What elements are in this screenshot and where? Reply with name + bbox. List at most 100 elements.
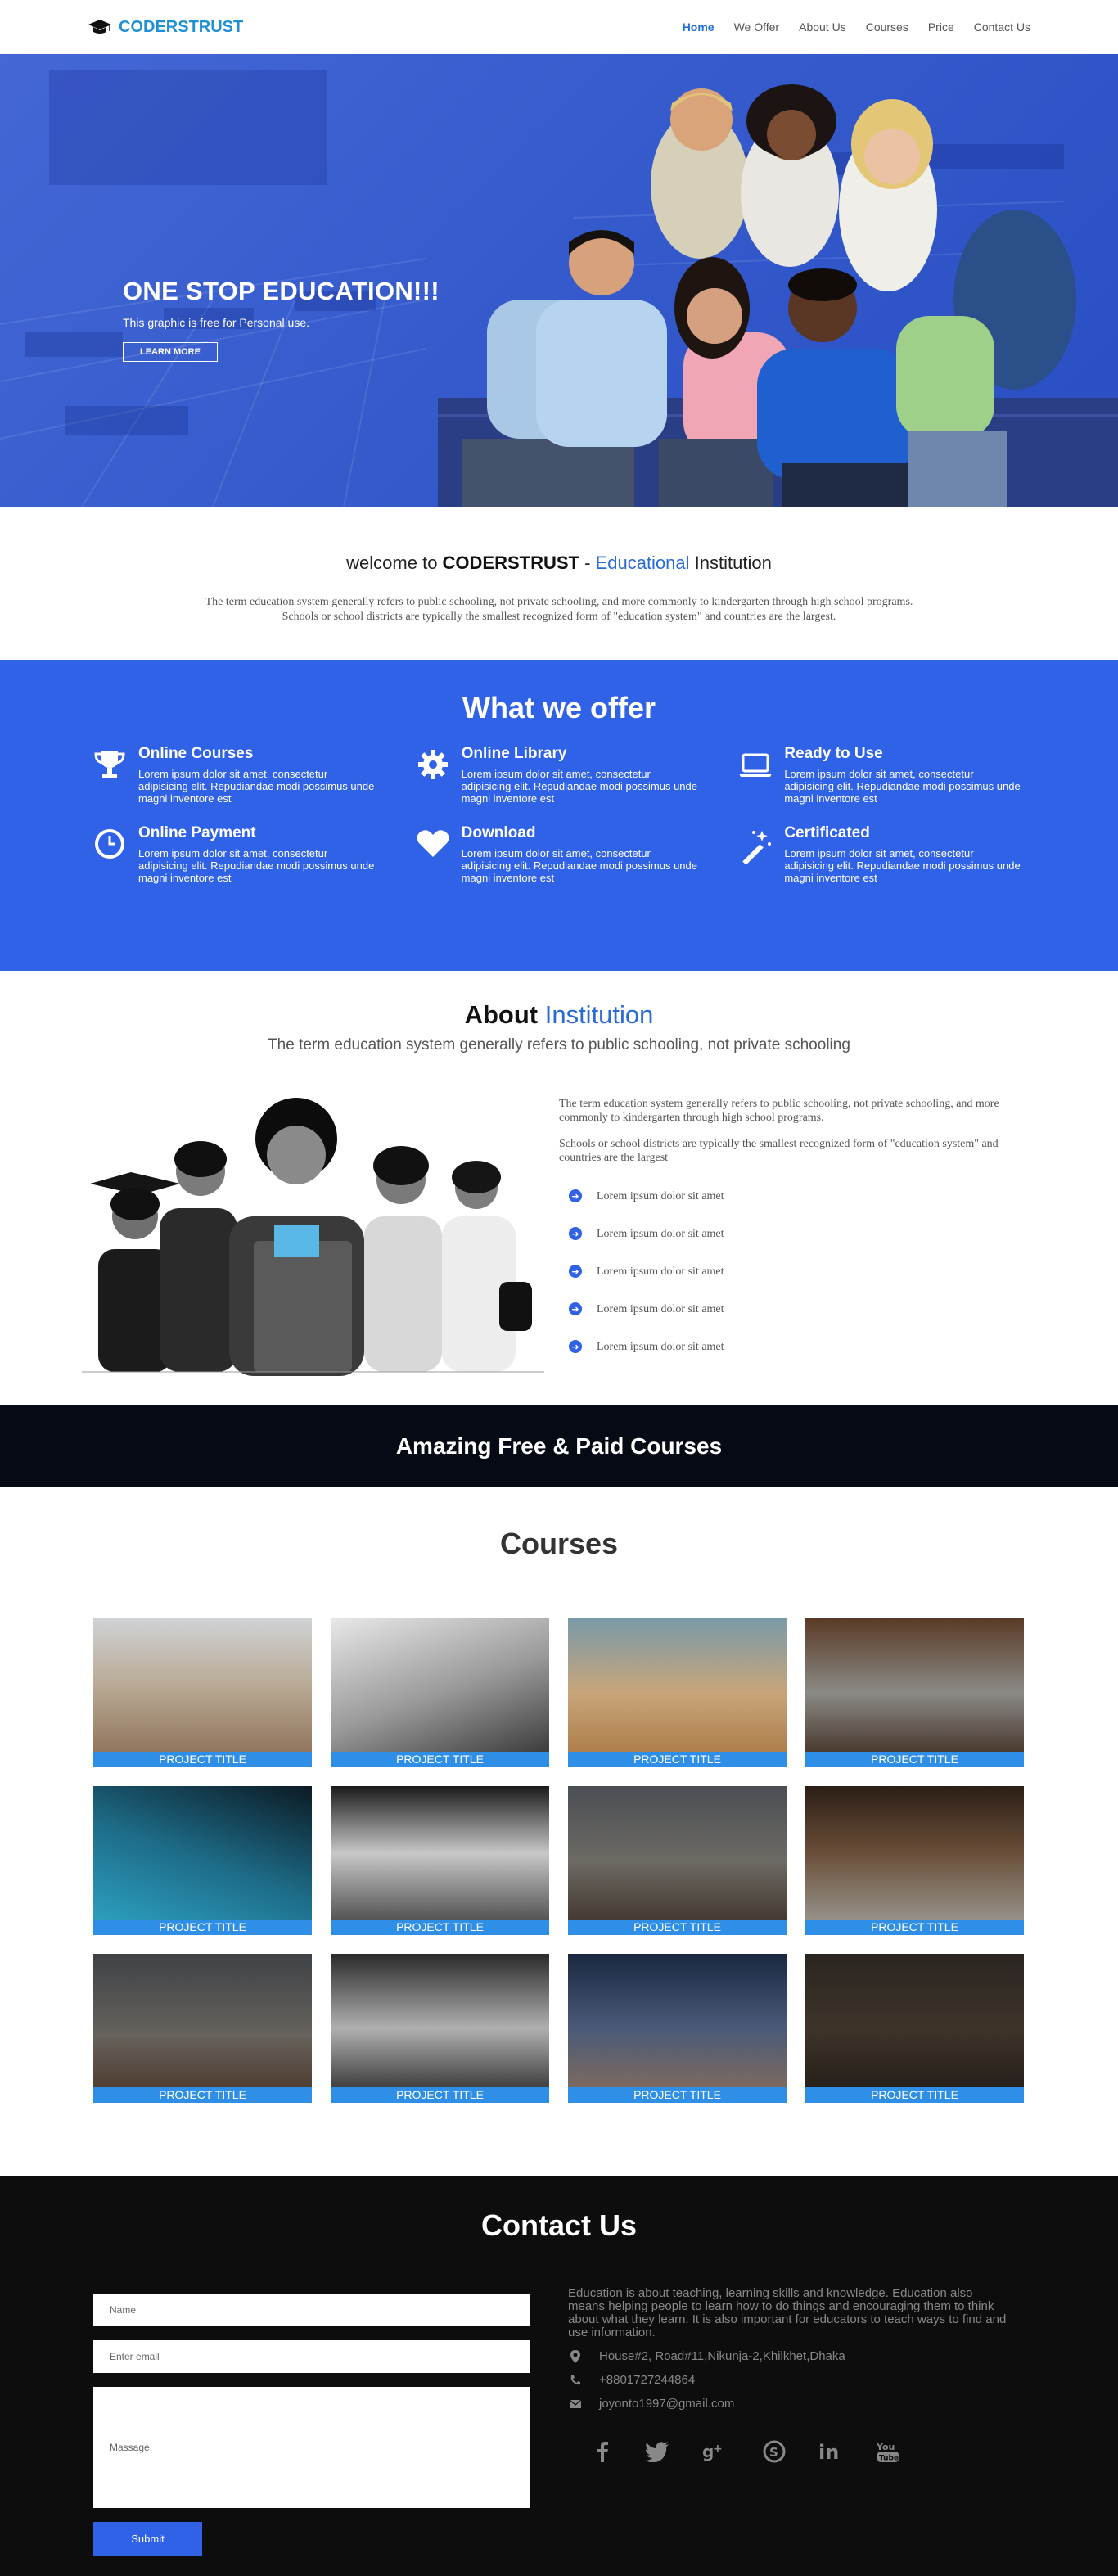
google-plus-icon[interactable]: g+ [702, 2441, 730, 2462]
offer-item: Download Lorem ipsum dolor sit amet, cons… [414, 824, 705, 884]
contact-description: Education is about teaching, learning sk… [568, 2286, 1007, 2339]
course-card[interactable]: PROJECT TITLE [805, 1786, 1024, 1935]
social-links: g + S in You Tube [593, 2440, 1010, 2463]
course-image [331, 1618, 549, 1767]
email-row: joyonto1997@gmail.com [570, 2397, 1010, 2411]
name-input[interactable]: Name [93, 2294, 530, 2326]
nav-price[interactable]: Price [928, 20, 954, 34]
contact-section: Contact Us Name Enter email Massage Subm… [0, 2176, 1118, 2576]
course-image [93, 1954, 312, 2103]
youtube-icon[interactable]: You Tube [876, 2440, 900, 2463]
nav-contact-us[interactable]: Contact Us [974, 20, 1030, 34]
arrow-circle-icon: ➜ [569, 1189, 582, 1202]
course-card[interactable]: PROJECT TITLE [331, 1618, 549, 1767]
contact-info: Education is about teaching, learning sk… [568, 2287, 1010, 2463]
hero-subtitle: This graphic is free for Personal use. [123, 316, 309, 329]
offer-item: Certificated Lorem ipsum dolor sit amet, … [737, 824, 1027, 884]
welcome-text: The term education system generally refe… [0, 595, 1118, 625]
about-subtitle: The term education system generally refe… [268, 1036, 850, 1053]
main-menu: Home We Offer About Us Courses Price Con… [683, 20, 1030, 34]
submit-button[interactable]: Submit [93, 2522, 202, 2556]
offer-item-text: Lorem ipsum dolor sit amet, consectetur … [784, 768, 1021, 805]
course-card[interactable]: PROJECT TITLE [805, 1618, 1024, 1767]
graduation-cap-icon [88, 20, 111, 34]
brand-name: CODERSTRUST [119, 17, 244, 36]
welcome-highlight: Educational [595, 553, 690, 573]
course-card[interactable]: PROJECT TITLE [93, 1954, 312, 2103]
course-card[interactable]: PROJECT TITLE [568, 1618, 787, 1767]
brand-logo[interactable]: CODERSTRUST [88, 18, 243, 37]
students-photo [82, 1094, 544, 1376]
about-paragraph-2: Schools or school districts are typicall… [559, 1138, 999, 1164]
course-image [93, 1786, 312, 1935]
course-image [805, 1954, 1024, 2103]
svg-text:in: in [818, 2441, 839, 2462]
course-image [93, 1618, 312, 1767]
welcome-suffix: Institution [689, 553, 772, 573]
address-text: House#2, Road#11,Nikunja-2,Khilkhet,Dhak… [599, 2349, 845, 2363]
course-caption: PROJECT TITLE [93, 1752, 312, 1767]
list-item: ➜ Lorem ipsum dolor sit amet [569, 1177, 1017, 1215]
about-title: About Institution [0, 971, 1118, 1030]
course-card[interactable]: PROJECT TITLE [331, 1786, 549, 1935]
welcome-prefix: welcome to [346, 553, 443, 573]
offer-item-text: Lorem ipsum dolor sit amet, consectetur … [138, 847, 375, 884]
course-card[interactable]: PROJECT TITLE [568, 1786, 787, 1935]
students-group-image [438, 84, 1118, 507]
nav-home[interactable]: Home [683, 20, 715, 34]
about-paragraph-1: The term education system generally refe… [559, 1098, 999, 1124]
offer-item-text: Lorem ipsum dolor sit amet, consectetur … [461, 768, 697, 805]
course-caption: PROJECT TITLE [805, 1752, 1024, 1767]
offer-item-title: Ready to Use [784, 745, 883, 762]
course-card[interactable]: PROJECT TITLE [331, 1954, 549, 2103]
course-image [568, 1618, 787, 1767]
welcome-heading: welcome to CODERSTRUST - Educational Ins… [0, 553, 1118, 574]
offer-item-title: Online Courses [138, 745, 254, 762]
courses-title: Courses [499, 1527, 619, 1560]
message-textarea[interactable]: Massage [93, 2387, 530, 2508]
offer-item-text: Lorem ipsum dolor sit amet, consectetur … [461, 847, 697, 884]
course-card[interactable]: PROJECT TITLE [805, 1954, 1024, 2103]
arrow-circle-icon: ➜ [569, 1302, 582, 1315]
course-image [568, 1954, 787, 2103]
about-title-a: About [464, 1000, 545, 1029]
offer-item-title: Download [461, 824, 536, 841]
course-caption: PROJECT TITLE [568, 1752, 787, 1767]
twitter-icon[interactable] [645, 2441, 669, 2462]
list-item: ➜ Lorem ipsum dolor sit amet [569, 1290, 1017, 1328]
nav-courses[interactable]: Courses [866, 20, 908, 34]
skype-icon[interactable]: S [763, 2440, 786, 2463]
course-image [805, 1618, 1024, 1767]
map-marker-icon [570, 2349, 580, 2363]
welcome-section: welcome to CODERSTRUST - Educational Ins… [0, 507, 1118, 660]
email-input[interactable]: Enter email [93, 2340, 530, 2373]
svg-text:+: + [713, 2443, 723, 2456]
welcome-dash: - [579, 553, 596, 573]
list-item-text: Lorem ipsum dolor sit amet [597, 1265, 724, 1278]
gear-icon [417, 750, 448, 779]
course-card[interactable]: PROJECT TITLE [93, 1618, 312, 1767]
arrow-circle-icon: ➜ [569, 1340, 582, 1353]
nav-we-offer[interactable]: We Offer [734, 20, 780, 34]
envelope-icon [570, 2399, 581, 2408]
course-caption: PROJECT TITLE [805, 2087, 1024, 2103]
course-card[interactable]: PROJECT TITLE [568, 1954, 787, 2103]
course-image [805, 1786, 1024, 1935]
phone-icon [570, 2375, 580, 2384]
course-image [331, 1786, 549, 1935]
hero-banner: ONE STOP EDUCATION!!! This graphic is fr… [0, 54, 1118, 507]
offer-item-title: Certificated [784, 824, 870, 841]
nav-about-us[interactable]: About Us [799, 20, 846, 34]
course-card[interactable]: PROJECT TITLE [93, 1786, 312, 1935]
offer-item: Online Library Lorem ipsum dolor sit amet… [414, 745, 705, 805]
linkedin-icon[interactable]: in [818, 2441, 843, 2462]
contact-title: Contact Us [480, 2208, 638, 2242]
address-row: House#2, Road#11,Nikunja-2,Khilkhet,Dhak… [570, 2349, 1010, 2363]
list-item: ➜ Lorem ipsum dolor sit amet [569, 1252, 1017, 1290]
courses-section: Courses PROJECT TITLE PROJECT TITLE PROJ… [0, 1487, 1118, 2176]
course-caption: PROJECT TITLE [93, 2087, 312, 2103]
learn-more-button[interactable]: LEARN MORE [123, 342, 218, 362]
courses-grid: PROJECT TITLE PROJECT TITLE PROJECT TITL… [93, 1618, 1025, 2103]
facebook-icon[interactable] [593, 2441, 612, 2462]
list-item-text: Lorem ipsum dolor sit amet [597, 1227, 724, 1240]
